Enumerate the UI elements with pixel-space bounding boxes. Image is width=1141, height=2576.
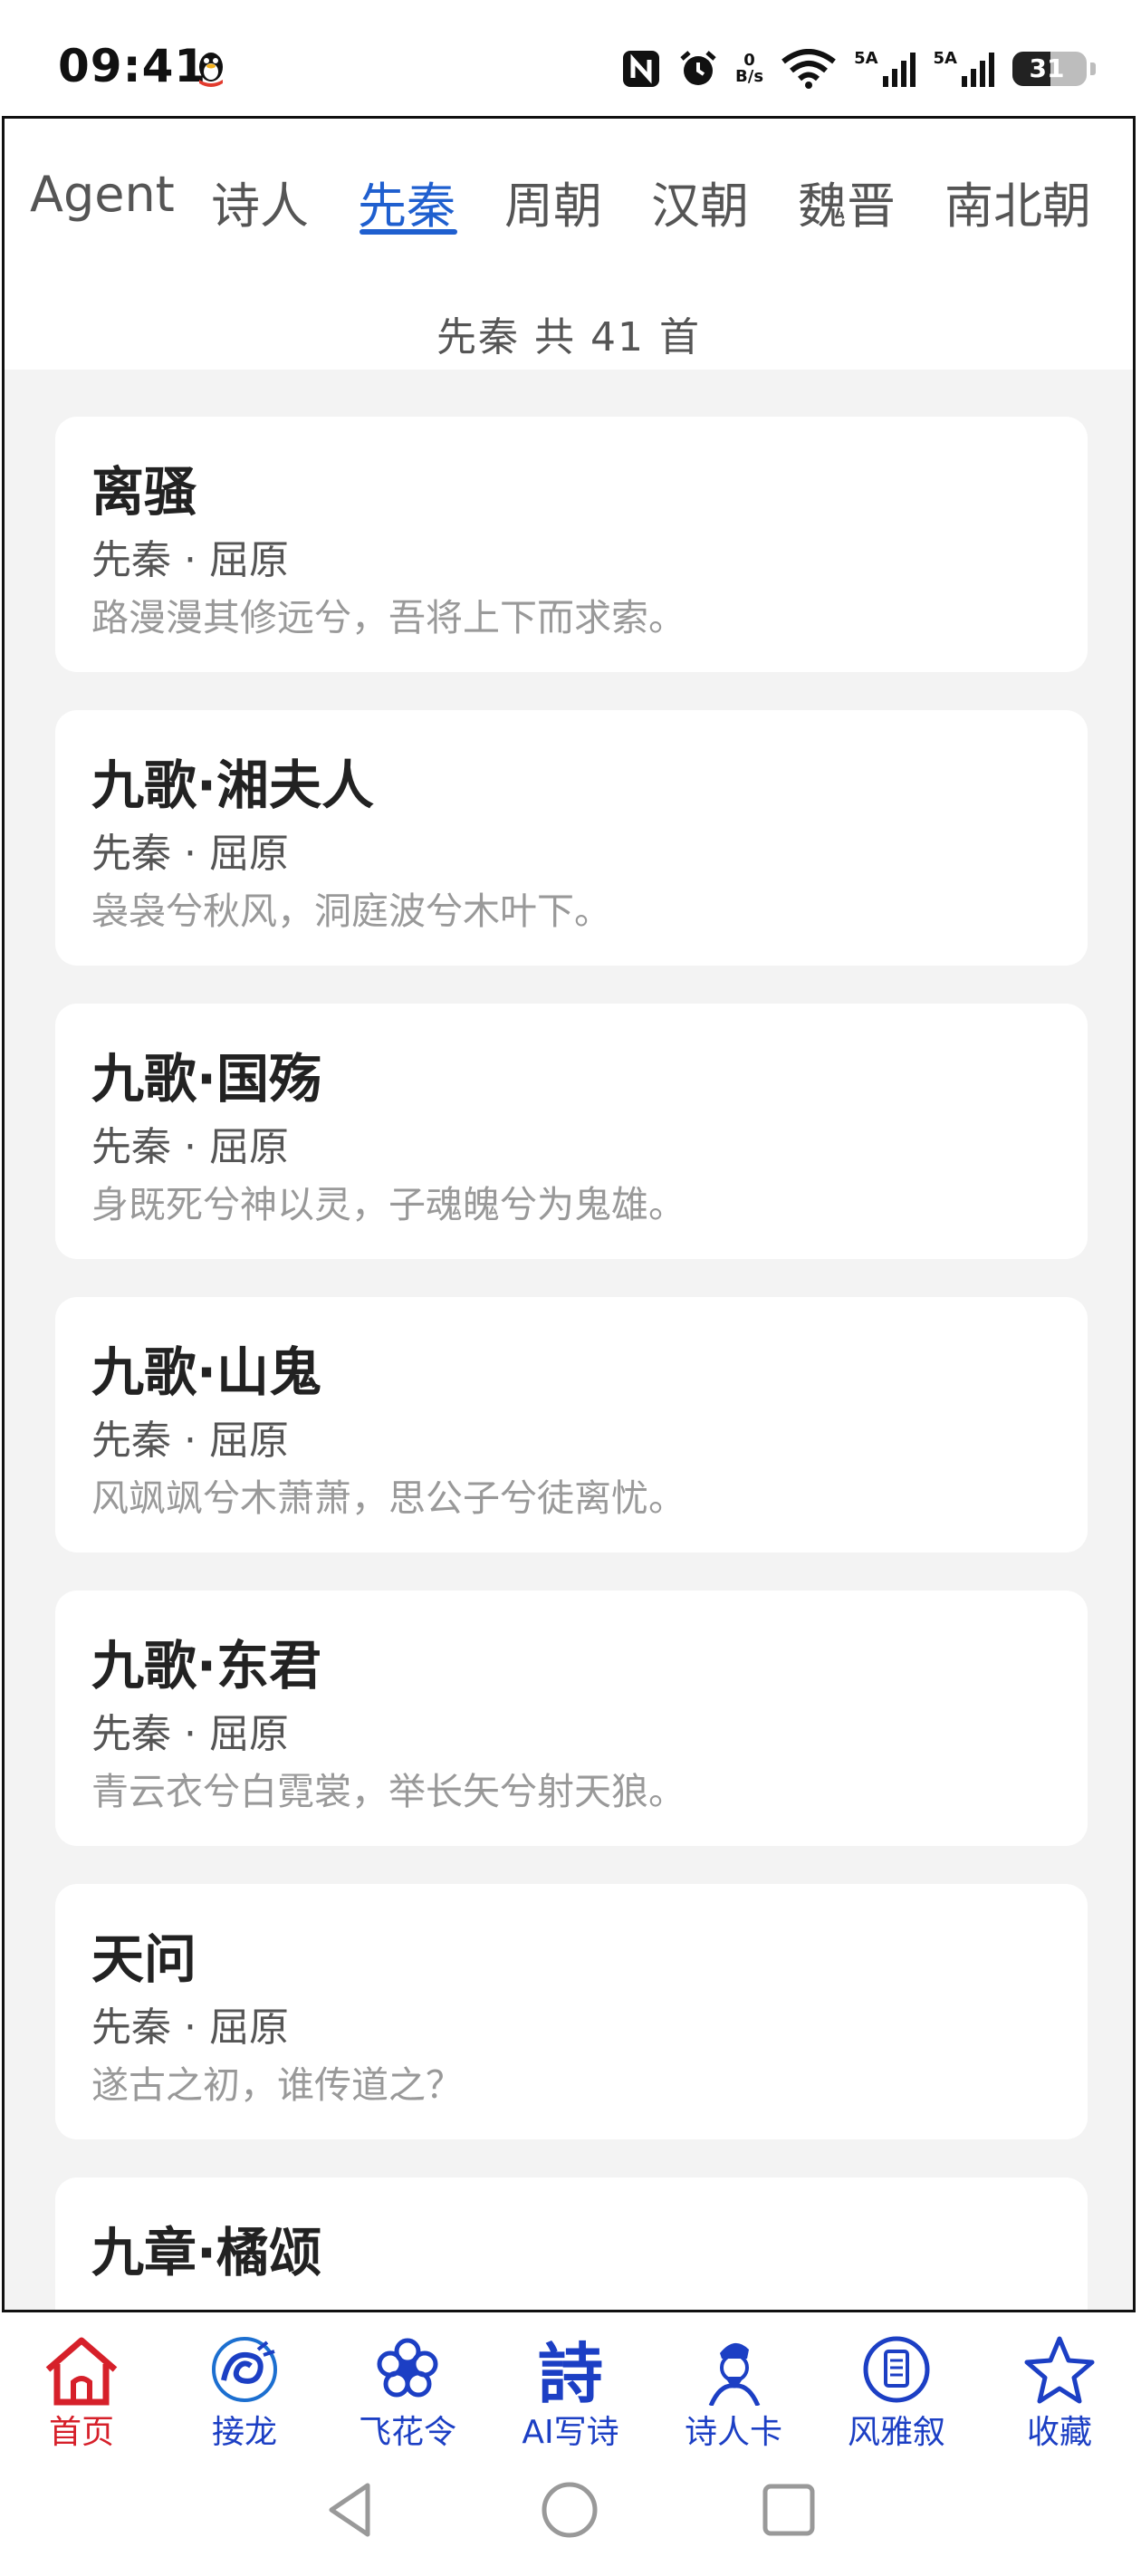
poem-card[interactable]: 九章·橘颂 — [55, 2177, 1088, 2310]
poem-excerpt: 风飒飒兮木萧萧，思公子兮徒离忧。 — [91, 1476, 686, 1520]
battery-icon: 31 — [1012, 52, 1096, 86]
poem-excerpt: 路漫漫其修远兮，吾将上下而求索。 — [91, 596, 686, 639]
bottom-nav: 首页 接龙 飞花令 詩 AI写诗 诗人卡 风雅叙 收藏 — [0, 2315, 1141, 2451]
poem-author: 先秦 · 屈原 — [91, 831, 289, 877]
net-speed: 0 B/s — [735, 51, 764, 86]
sim1-signal: 5A — [854, 51, 916, 87]
poem-excerpt: 身既死兮神以灵，子魂魄兮为鬼雄。 — [91, 1183, 686, 1226]
system-nav-bar — [0, 2451, 1141, 2576]
svg-text:詩: 詩 — [538, 2335, 603, 2406]
alarm-icon — [680, 51, 716, 85]
poem-title: 离骚 — [91, 461, 197, 523]
poem-title: 九歌·湘夫人 — [91, 755, 375, 816]
signal-bars-icon — [962, 53, 994, 87]
dragon-icon — [212, 2337, 277, 2402]
poem-author: 先秦 · 屈原 — [91, 1711, 289, 1757]
poem-title: 九章·橘颂 — [91, 2222, 322, 2283]
qq-penguin-icon — [199, 53, 223, 87]
poem-title: 九歌·国殇 — [91, 1048, 322, 1110]
home-circle-icon[interactable] — [540, 2480, 599, 2540]
tab-zhou[interactable]: 周朝 — [504, 166, 602, 237]
poem-excerpt: 遂古之初，谁传道之？ — [91, 2063, 463, 2107]
tab-poets[interactable]: 诗人 — [211, 166, 309, 237]
nfc-icon — [623, 51, 660, 87]
nav-jielong[interactable]: 接龙 — [163, 2315, 326, 2451]
poem-card[interactable]: 九歌·山鬼 先秦 · 屈原 风飒飒兮木萧萧，思公子兮徒离忧。 — [55, 1297, 1088, 1552]
nav-fengyaxu[interactable]: 风雅叙 — [815, 2315, 978, 2451]
app-frame: Agent 诗人 先秦 周朝 汉朝 魏晋 南北朝 先秦 共 41 首 离骚 先秦… — [2, 116, 1136, 2312]
poem-title: 天问 — [91, 1928, 197, 1990]
tab-agent[interactable]: Agent — [30, 166, 175, 223]
nav-home[interactable]: 首页 — [0, 2315, 163, 2451]
wifi-icon — [781, 49, 836, 89]
poem-author: 先秦 · 屈原 — [91, 1418, 289, 1464]
poem-card[interactable]: 九歌·东君 先秦 · 屈原 青云衣兮白霓裳，举长矢兮射天狼。 — [55, 1591, 1088, 1846]
poet-portrait-icon — [708, 2342, 761, 2406]
flower-icon — [377, 2338, 438, 2398]
scroll-icon — [863, 2336, 930, 2403]
status-bar: 09:41 0 B/s 5A 5A 31 — [0, 0, 1141, 116]
poem-title: 九歌·山鬼 — [91, 1341, 322, 1403]
poem-excerpt: 青云衣兮白霓裳，举长矢兮射天狼。 — [91, 1770, 686, 1813]
back-triangle-icon[interactable] — [322, 2480, 377, 2540]
tab-han[interactable]: 汉朝 — [651, 166, 749, 237]
active-tab-indicator — [360, 229, 457, 235]
poem-author: 先秦 · 屈原 — [91, 537, 289, 583]
poem-card[interactable]: 九歌·湘夫人 先秦 · 屈原 袅袅兮秋风，洞庭波兮木叶下。 — [55, 710, 1088, 966]
poem-count-header: 先秦 共 41 首 — [5, 270, 1133, 370]
tab-xianqin[interactable]: 先秦 — [358, 166, 455, 237]
nav-poet-card[interactable]: 诗人卡 — [652, 2315, 815, 2451]
sim2-signal: 5A — [934, 51, 996, 87]
star-icon — [1024, 2336, 1095, 2404]
poem-author: 先秦 · 屈原 — [91, 2004, 289, 2051]
poem-title: 九歌·东君 — [91, 1635, 322, 1697]
nav-feihualing[interactable]: 飞花令 — [326, 2315, 489, 2451]
poem-list-area[interactable]: 先秦 共 41 首 离骚 先秦 · 屈原 路漫漫其修远兮，吾将上下而求索。 九歌… — [5, 270, 1133, 2310]
status-time: 09:41 — [58, 40, 207, 92]
poem-card[interactable]: 九歌·国殇 先秦 · 屈原 身既死兮神以灵，子魂魄兮为鬼雄。 — [55, 1004, 1088, 1259]
tab-weijin[interactable]: 魏晋 — [798, 166, 896, 237]
poem-card[interactable]: 离骚 先秦 · 屈原 路漫漫其修远兮，吾将上下而求索。 — [55, 417, 1088, 672]
poem-excerpt: 袅袅兮秋风，洞庭波兮木叶下。 — [91, 889, 611, 933]
recents-square-icon[interactable] — [761, 2482, 817, 2538]
home-icon — [45, 2337, 118, 2406]
nav-favorites[interactable]: 收藏 — [978, 2315, 1141, 2451]
poem-author: 先秦 · 屈原 — [91, 1124, 289, 1170]
poem-char-icon: 詩 — [538, 2335, 603, 2406]
poem-count-text: 先秦 共 41 首 — [436, 314, 701, 360]
poem-card[interactable]: 天问 先秦 · 屈原 遂古之初，谁传道之？ — [55, 1884, 1088, 2139]
nav-ai-poem[interactable]: 詩 AI写诗 — [489, 2315, 652, 2451]
tab-nanbeichao[interactable]: 南北朝 — [944, 166, 1091, 237]
dynasty-tab-bar[interactable]: Agent 诗人 先秦 周朝 汉朝 魏晋 南北朝 — [5, 119, 1133, 273]
signal-bars-icon — [882, 53, 916, 87]
